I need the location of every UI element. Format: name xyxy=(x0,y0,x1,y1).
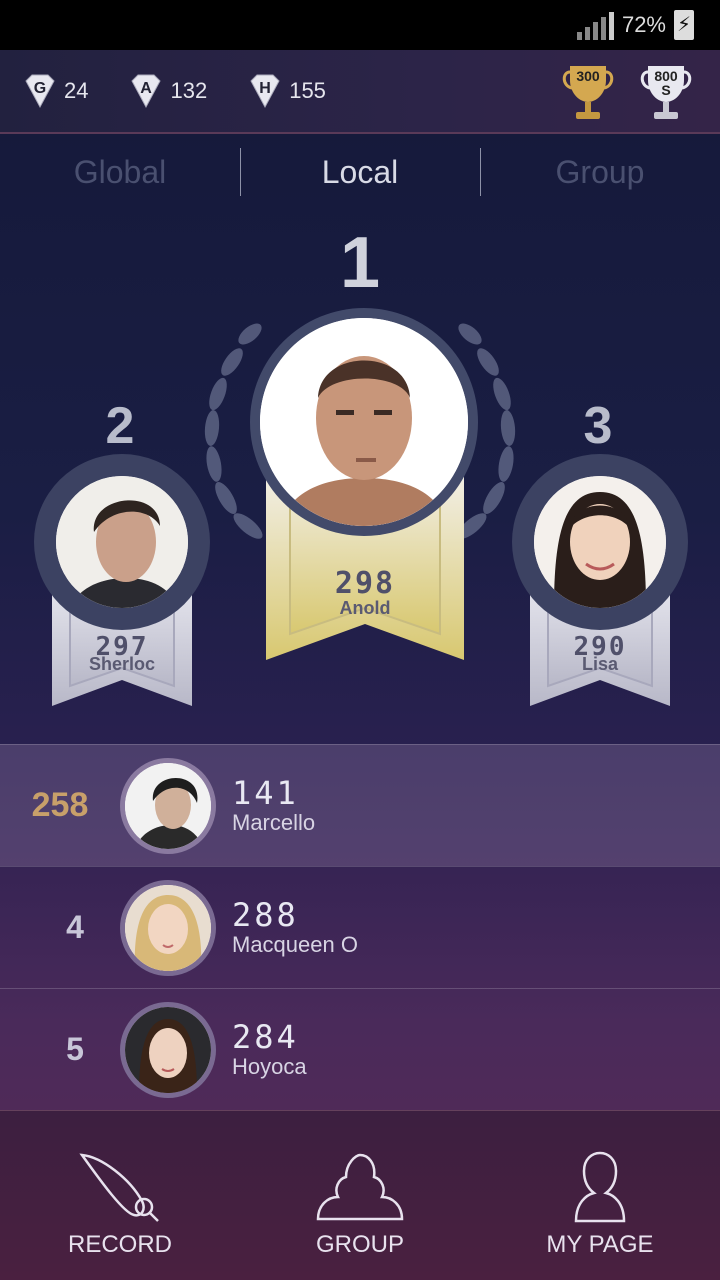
avatar-second[interactable] xyxy=(34,454,210,630)
svg-text:A: A xyxy=(141,80,153,97)
tab-global[interactable]: Global xyxy=(0,140,240,204)
rank-third: 3 xyxy=(583,397,613,455)
list-item[interactable]: 4 288 Macqueen O xyxy=(0,866,720,988)
avatar xyxy=(120,1001,216,1098)
trophy-gold-icon[interactable]: 300 xyxy=(560,62,616,122)
avatar-first[interactable] xyxy=(250,308,478,536)
avatar-third[interactable] xyxy=(512,454,688,630)
svg-text:H: H xyxy=(259,80,271,97)
rank-first: 1 xyxy=(339,223,381,303)
person-icon xyxy=(574,1151,626,1223)
face-icon xyxy=(125,1006,211,1093)
face-first-icon xyxy=(260,318,468,526)
ranking-tabs: Global Local Group xyxy=(0,140,720,204)
gem-h-icon: H xyxy=(247,73,283,109)
podium: 1 298 Anold 2 297 Sherloc 3 290 Lisa xyxy=(0,204,720,744)
list-rank: 258 xyxy=(31,786,89,824)
nav-record-label: RECORD xyxy=(67,1231,172,1258)
stat-a: A 132 xyxy=(128,73,207,109)
list-score: 141 xyxy=(232,773,299,812)
svg-text:G: G xyxy=(34,80,46,97)
stat-h: H 155 xyxy=(247,73,326,109)
ranking-list: 258 141 Marcello 4 288 Macqueen O 5 284 … xyxy=(0,744,720,1110)
bottom-nav: RECORD GROUP MY PAGE xyxy=(0,1110,720,1280)
list-item[interactable]: 5 284 Hoyoca xyxy=(0,988,720,1110)
brush-icon xyxy=(79,1153,159,1222)
face-icon xyxy=(125,884,211,971)
top-bar: G 24 A 132 H 155 300 800 S xyxy=(0,50,720,134)
list-name: Macqueen O xyxy=(232,931,358,957)
name-second: Sherloc xyxy=(88,654,156,674)
rank-second: 2 xyxy=(105,397,135,455)
stat-h-value: 155 xyxy=(289,78,326,103)
avatar xyxy=(120,879,216,976)
gem-a-icon: A xyxy=(128,73,164,109)
battery-charging-icon xyxy=(674,10,694,40)
face-third-icon xyxy=(534,476,666,608)
list-rank: 5 xyxy=(66,1031,84,1067)
gem-g-icon: G xyxy=(22,73,58,109)
nav-group-label: GROUP xyxy=(315,1231,404,1258)
tab-group[interactable]: Group xyxy=(480,140,720,204)
avatar xyxy=(120,757,216,854)
stat-g-value: 24 xyxy=(64,78,89,103)
name-first: Anold xyxy=(339,598,391,618)
list-score: 288 xyxy=(232,895,299,934)
status-bar: 72% xyxy=(0,0,720,50)
list-item-me[interactable]: 258 141 Marcello xyxy=(0,744,720,866)
trophy-gold-label: 300 xyxy=(576,68,600,84)
list-name: Marcello xyxy=(232,809,316,835)
tab-local[interactable]: Local xyxy=(240,140,480,204)
trophy-silver-icon[interactable]: 800 S xyxy=(638,62,694,122)
list-name: Hoyoca xyxy=(232,1053,307,1079)
signal-icon xyxy=(576,10,614,40)
battery-percent: 72% xyxy=(621,12,666,37)
face-icon xyxy=(125,762,211,849)
list-score: 284 xyxy=(232,1017,299,1056)
face-second-icon xyxy=(56,476,188,608)
score-first: 298 xyxy=(334,566,396,601)
nav-group-button[interactable]: GROUP xyxy=(240,1111,480,1280)
stat-g: G 24 xyxy=(22,73,88,109)
nav-mypage-button[interactable]: MY PAGE xyxy=(480,1111,720,1280)
nav-record-button[interactable]: RECORD xyxy=(0,1111,240,1280)
list-rank: 4 xyxy=(66,909,84,945)
nav-mypage-label: MY PAGE xyxy=(546,1231,654,1258)
stat-a-value: 132 xyxy=(170,78,208,103)
group-icon xyxy=(316,1153,404,1221)
trophy-silver-sublabel: S xyxy=(661,82,671,98)
name-third: Lisa xyxy=(581,654,619,674)
